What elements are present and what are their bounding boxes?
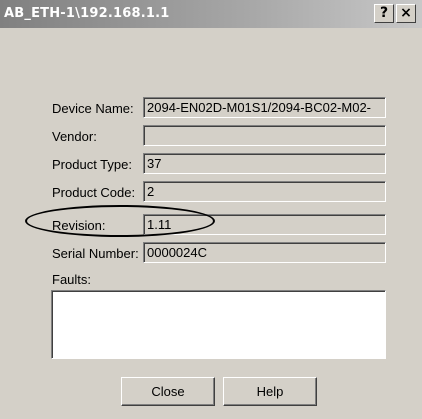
title-bar[interactable]: AB_ETH-1\192.168.1.1 ? × — [0, 0, 422, 28]
window-title: AB_ETH-1\192.168.1.1 — [4, 6, 170, 21]
product-code-label: Product Code: — [52, 185, 136, 200]
vendor-field[interactable] — [143, 125, 386, 146]
product-type-field[interactable]: 37 — [143, 153, 386, 174]
close-button[interactable]: Close — [121, 377, 215, 406]
product-type-label: Product Type: — [52, 157, 132, 172]
product-code-field[interactable]: 2 — [143, 181, 386, 202]
faults-textbox[interactable] — [51, 290, 386, 359]
serial-number-field[interactable]: 0000024C — [143, 242, 386, 263]
device-name-label: Device Name: — [52, 101, 134, 116]
device-name-field[interactable]: 2094-EN02D-M01S1/2094-BC02-M02- — [143, 97, 386, 118]
help-dialog-button[interactable]: Help — [223, 377, 317, 406]
vendor-label: Vendor: — [52, 129, 97, 144]
revision-label: Revision: — [52, 218, 106, 233]
help-button[interactable]: ? — [374, 4, 394, 23]
serial-number-label: Serial Number: — [52, 246, 139, 261]
revision-field[interactable]: 1.11 — [143, 214, 386, 235]
close-icon[interactable]: × — [396, 4, 416, 23]
faults-label: Faults: — [52, 272, 92, 287]
